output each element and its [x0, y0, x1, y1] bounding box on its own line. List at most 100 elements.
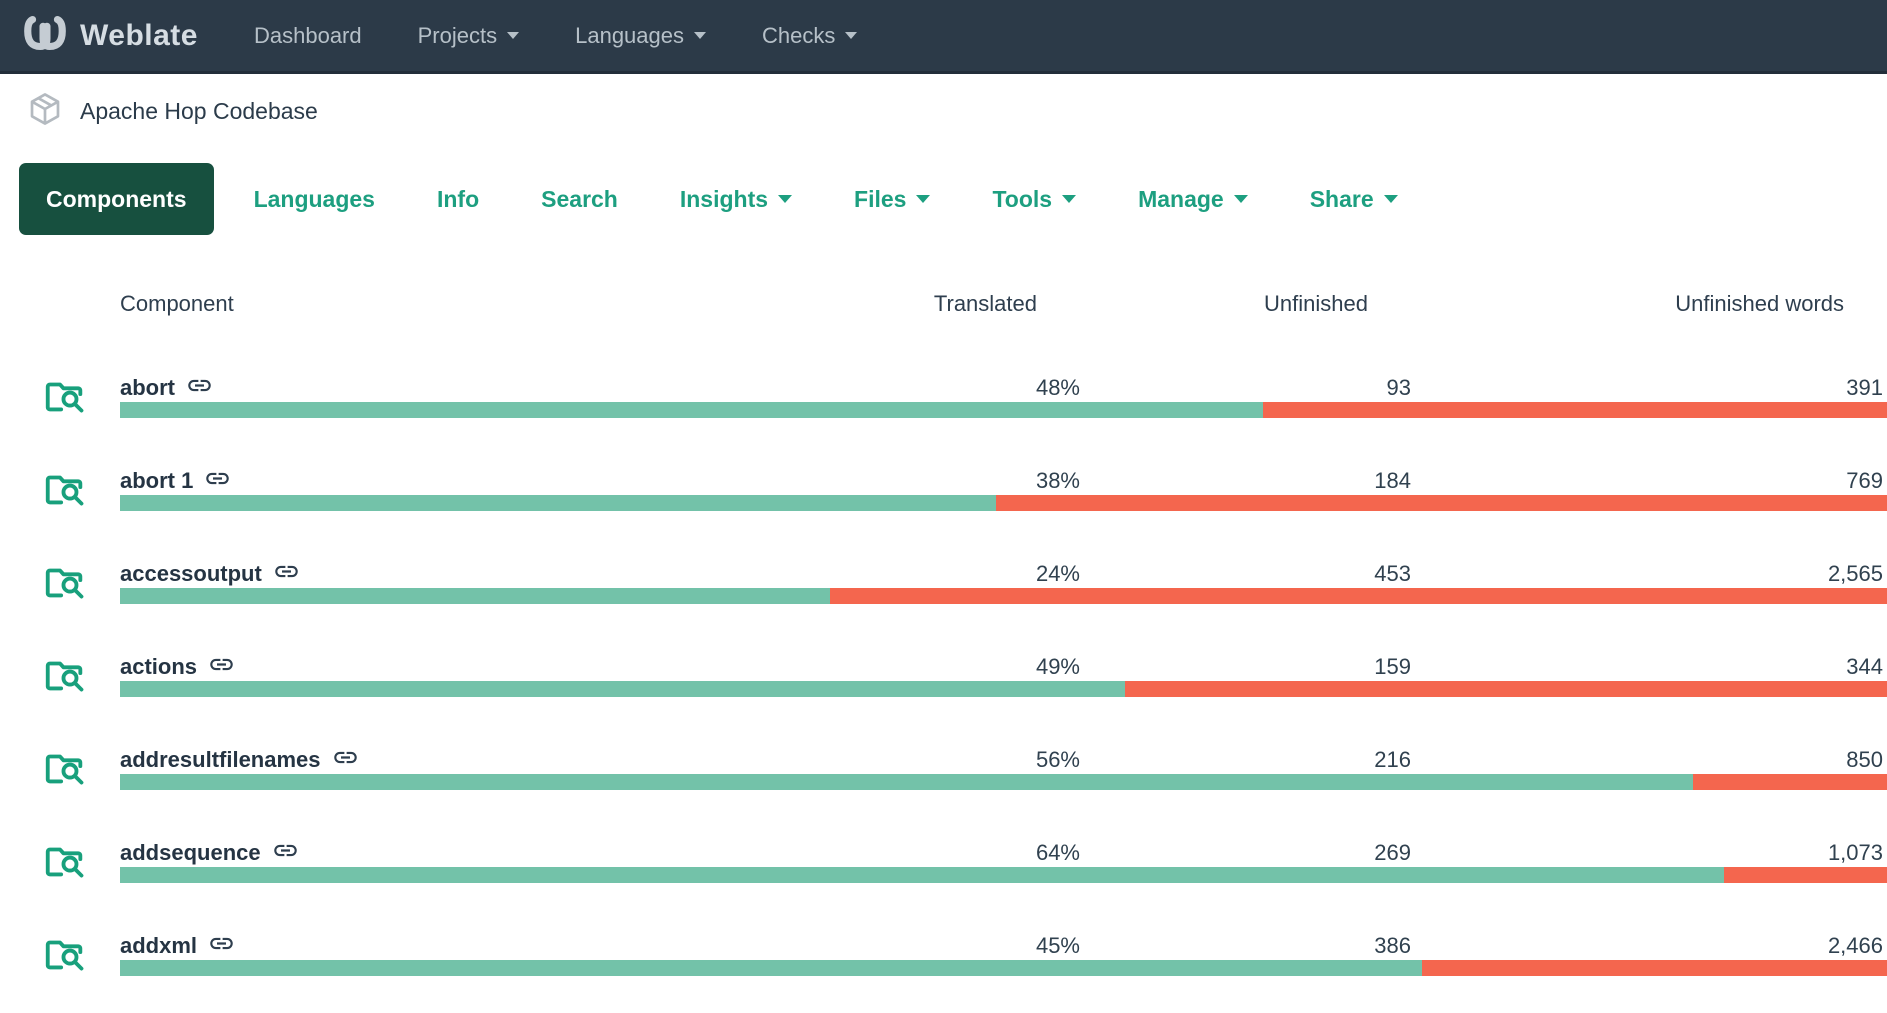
chevron-down-icon: [778, 195, 793, 203]
tab-item-label: Files: [854, 185, 907, 212]
progress-translated-segment: [120, 402, 1264, 418]
translation-progress-bar: [120, 774, 1887, 790]
link-icon[interactable]: [208, 651, 235, 684]
translated-percent: 49%: [1035, 653, 1080, 679]
column-header-translated: Translated: [933, 291, 1037, 316]
unfinished-words-count: 2,466: [1827, 932, 1883, 958]
translated-percent: 45%: [1035, 932, 1080, 958]
unfinished-words-count: 850: [1846, 746, 1883, 772]
link-icon[interactable]: [272, 837, 299, 870]
chevron-down-icon: [1233, 195, 1248, 203]
navbar-menu-item-label: Languages: [575, 22, 684, 48]
translation-progress-bar: [120, 867, 1887, 883]
translated-percent: 38%: [1035, 467, 1080, 493]
chevron-down-icon: [1062, 195, 1077, 203]
navbar-menu-item[interactable]: Checks: [762, 22, 858, 49]
unfinished-words-count: 344: [1846, 653, 1883, 679]
browse-folder-search-icon[interactable]: [42, 931, 120, 982]
unfinished-words-count: 2,565: [1827, 560, 1883, 586]
component-name-link[interactable]: addsequence: [120, 840, 261, 866]
component-row: addxml 45% 386 2,466: [0, 909, 1887, 1002]
column-header-unfinished-words: Unfinished words: [1675, 291, 1844, 316]
component-name-link[interactable]: abort 1: [120, 468, 193, 494]
translated-percent: 48%: [1035, 374, 1080, 400]
project-title-link[interactable]: Apache Hop Codebase: [80, 98, 318, 125]
link-icon[interactable]: [204, 465, 231, 498]
progress-unfinished-segment: [1724, 867, 1887, 883]
component-row: accessoutput 24% 453 2,565: [0, 537, 1887, 630]
component-name-link[interactable]: actions: [120, 654, 197, 680]
component-row: abort 48% 93 391: [0, 351, 1887, 444]
browse-folder-search-icon[interactable]: [42, 745, 120, 796]
progress-translated-segment: [120, 588, 831, 604]
component-row: addresultfilenames 56% 216 850: [0, 723, 1887, 816]
browse-folder-search-icon[interactable]: [42, 373, 120, 424]
tab-item[interactable]: Manage: [1138, 186, 1248, 213]
progress-unfinished-segment: [996, 495, 1887, 511]
navbar-menu-item[interactable]: Dashboard: [254, 23, 362, 49]
unfinished-count: 159: [1374, 653, 1411, 679]
tab-item[interactable]: Files: [854, 185, 931, 213]
component-name-link[interactable]: abort: [120, 375, 175, 401]
component-name-link[interactable]: addxml: [120, 933, 197, 959]
weblate-logo-icon: [22, 10, 68, 61]
column-header-unfinished: Unfinished: [1264, 291, 1368, 316]
tab-item-label: Manage: [1138, 185, 1224, 212]
translated-percent: 64%: [1035, 839, 1080, 865]
unfinished-count: 386: [1374, 932, 1411, 958]
chevron-down-icon: [694, 32, 706, 39]
tab-item-label: Info: [436, 185, 480, 212]
chevron-down-icon: [1383, 195, 1398, 203]
component-row: actions 49% 159 344: [0, 630, 1887, 723]
navbar-menu: Dashboard Projects Languages Checks: [254, 22, 858, 49]
chevron-down-icon: [916, 195, 931, 203]
tab-components-active[interactable]: Components: [19, 163, 214, 235]
link-icon[interactable]: [186, 372, 213, 405]
tab-item[interactable]: Info: [437, 186, 479, 213]
tab-item[interactable]: Insights: [679, 185, 793, 213]
translation-progress-bar: [120, 960, 1887, 976]
component-row: addsequence 64% 269 1,073: [0, 816, 1887, 909]
browse-folder-search-icon[interactable]: [42, 559, 120, 610]
translated-percent: 24%: [1035, 560, 1080, 586]
link-icon[interactable]: [332, 744, 359, 777]
tab-item-label: Search: [541, 185, 618, 212]
unfinished-count: 93: [1386, 374, 1411, 400]
unfinished-words-count: 391: [1846, 374, 1883, 400]
tab-item[interactable]: Share: [1310, 186, 1398, 213]
progress-unfinished-segment: [1422, 960, 1887, 976]
progress-translated-segment: [120, 960, 1423, 976]
browse-folder-search-icon[interactable]: [42, 838, 120, 889]
link-icon[interactable]: [273, 558, 300, 591]
progress-translated-segment: [120, 681, 1126, 697]
tab-item-label: Tools: [992, 185, 1053, 212]
weblate-brand[interactable]: Weblate: [22, 10, 198, 61]
link-icon[interactable]: [208, 930, 235, 963]
component-name-link[interactable]: addresultfilenames: [120, 747, 321, 773]
tab-list: Languages Info Search Insights Files Too…: [214, 186, 1398, 213]
tab-item-label: Insights: [679, 185, 769, 212]
column-header-component: Component: [120, 291, 234, 316]
browse-folder-search-icon[interactable]: [42, 466, 120, 517]
tab-item[interactable]: Tools: [992, 185, 1077, 213]
translation-progress-bar: [120, 402, 1887, 418]
tab-item-label: Share: [1309, 185, 1374, 212]
unfinished-words-count: 1,073: [1827, 839, 1883, 865]
component-name-link[interactable]: accessoutput: [120, 561, 262, 587]
translation-progress-bar: [120, 495, 1887, 511]
progress-unfinished-segment: [830, 588, 1887, 604]
browse-folder-search-icon[interactable]: [42, 652, 120, 703]
progress-translated-segment: [120, 495, 997, 511]
navbar-menu-item-label: Projects: [417, 22, 498, 48]
progress-translated-segment: [120, 867, 1725, 883]
unfinished-count: 269: [1374, 839, 1411, 865]
navbar-menu-item[interactable]: Projects: [417, 22, 520, 49]
top-navbar: Weblate Dashboard Projects Languages Che…: [0, 0, 1887, 74]
navbar-menu-item-label: Checks: [762, 22, 836, 48]
header-spacer: [0, 291, 120, 317]
tab-item[interactable]: Search: [541, 186, 618, 213]
translation-progress-bar: [120, 681, 1887, 697]
tab-item[interactable]: Languages: [254, 186, 375, 213]
navbar-menu-item[interactable]: Languages: [575, 23, 706, 49]
translation-progress-bar: [120, 588, 1887, 604]
